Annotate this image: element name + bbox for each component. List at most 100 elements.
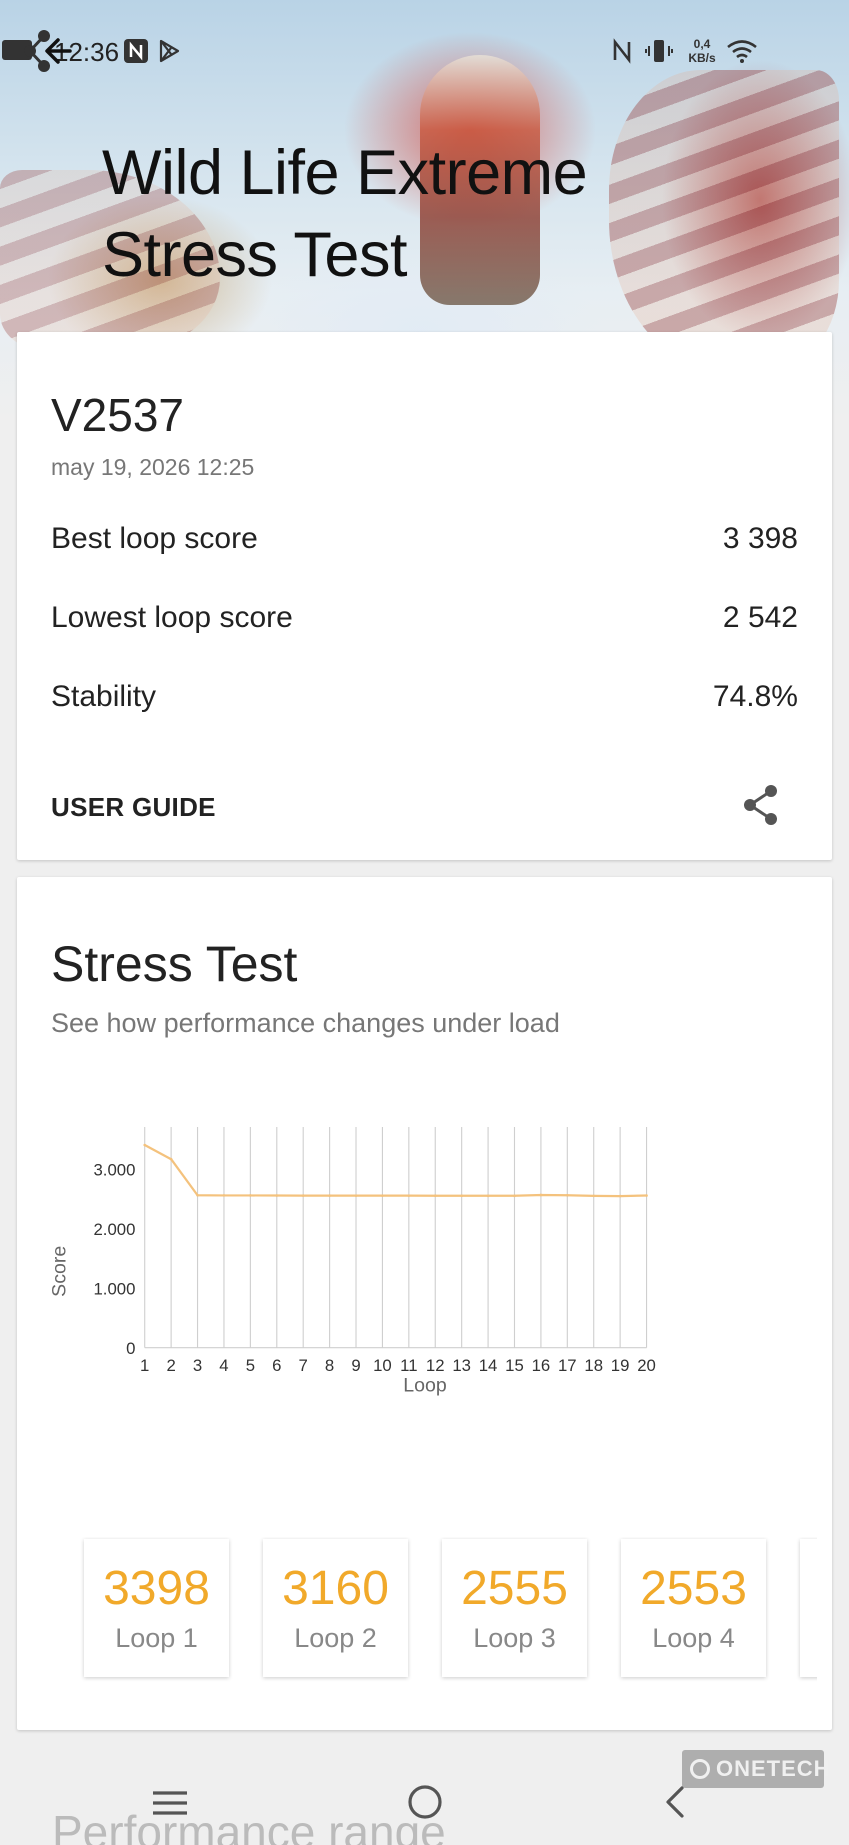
data-point [143,1143,147,1147]
data-point [539,1193,543,1197]
watermark: ONETECH [682,1750,830,1788]
data-point [566,1193,569,1197]
share-result-icon[interactable] [739,782,783,828]
home-icon[interactable] [405,1782,445,1822]
data-point [328,1194,331,1197]
section-subtitle: See how performance changes under load [51,1008,560,1038]
page-title: Wild Life Extreme Stress Test [102,132,588,296]
y-axis-label: Score [49,1246,71,1297]
data-point [249,1194,252,1197]
loop-card[interactable]: 2555 Loop 3 [442,1539,587,1677]
data-point [301,1194,305,1197]
stat-value: 2 542 [722,601,798,634]
x-tick-label: 2 [166,1356,175,1375]
chart-grid [144,1127,648,1349]
loop-card[interactable]: 3160 Loop 2 [263,1539,408,1677]
lowest-loop-score-row: Lowest loop score 2 542 [51,601,798,635]
stress-test-chart: Score Loop 01.0002.0003.000 1 2 3 4 5 6 7 8 9 10 1… [49,1127,656,1396]
x-tick-label: 17 [558,1356,577,1375]
status-bar: 12:36 0,4 KB/s [0,28,849,76]
section-title: Stress Test [51,936,298,992]
x-tick-label: 19 [611,1356,630,1375]
x-tick-label: 4 [219,1356,228,1375]
page-title-line2: Stress Test [102,220,407,290]
series-line [144,1143,647,1198]
data-point [645,1194,648,1197]
data-point [354,1194,358,1197]
x-tick-label: 16 [532,1356,551,1375]
x-tick-label: 5 [246,1356,255,1375]
play-store-icon [159,39,180,63]
loop-card-peek[interactable] [800,1539,817,1677]
watermark-logo-icon [690,1759,710,1779]
page-title-line1: Wild Life Extreme [102,138,588,208]
y-tick-label: 1.000 [93,1280,135,1299]
stability-row: Stability 74.8% [51,680,798,714]
x-axis-label: Loop [403,1374,447,1396]
chart-series [143,1143,648,1198]
stat-label: Lowest loop score [51,601,293,634]
x-tick-label: 12 [426,1356,445,1375]
x-tick-label: 8 [325,1356,334,1375]
creature-art-right [609,70,839,370]
x-tick-label: 3 [193,1356,202,1375]
user-guide-button[interactable]: USER GUIDE [51,792,216,823]
stress-test-card: Stress Test See how performance changes … [17,877,832,1730]
nav-back-icon[interactable] [660,1782,690,1822]
data-point [486,1194,490,1198]
loop-card[interactable]: 3398 Loop 1 [84,1539,229,1677]
stat-label: Best loop score [51,522,258,555]
back-arrow-icon[interactable] [40,31,80,71]
vibrate-icon [645,40,673,62]
loop-label: Loop 3 [473,1623,556,1653]
network-speed: 0,4 KB/s [688,37,716,65]
data-point [381,1194,384,1197]
data-point [433,1194,437,1198]
test-date: may 19, 2026 12:25 [51,454,255,480]
wifi-icon [727,40,757,63]
loop-card[interactable]: 2553 Loop 4 [621,1539,766,1677]
x-tick-labels: 1 2 3 4 5 6 7 8 9 10 11 12 13 14 15 16 17 18 19 20 [140,1356,656,1375]
stat-label: Stability [51,680,157,713]
best-loop-score-row: Best loop score 3 398 [51,522,798,556]
x-tick-label: 10 [373,1356,392,1375]
data-point [460,1194,463,1198]
nfc-on-icon [613,38,631,64]
data-point [169,1157,173,1161]
loop-score: 3398 [103,1562,210,1615]
data-point [513,1194,516,1198]
y-tick-label: 0 [126,1339,135,1358]
y-tick-label: 3.000 [93,1160,135,1179]
x-tick-label: 14 [479,1356,498,1375]
nfc-icon [124,39,148,63]
x-tick-label: 18 [584,1356,603,1375]
loop-label: Loop 2 [294,1623,377,1653]
stat-value: 74.8% [712,680,798,713]
loop-score: 2553 [640,1562,747,1615]
recent-apps-icon[interactable] [150,1787,190,1819]
data-point [407,1194,411,1197]
device-name: V2537 [51,389,185,441]
x-tick-label: 1 [140,1356,149,1375]
data-point [196,1193,199,1197]
y-tick-labels: 0 1.000 2.000 3.000 [93,1160,135,1358]
loop-score: 3160 [282,1562,389,1615]
x-tick-label: 15 [505,1356,524,1375]
loop-label: Loop 1 [115,1623,198,1653]
x-tick-label: 13 [452,1356,471,1375]
result-card: V2537 may 19, 2026 12:25 Best loop score… [17,332,832,860]
data-point [275,1194,279,1197]
data-point [618,1194,622,1198]
data-point [592,1194,596,1198]
x-tick-label: 11 [400,1356,417,1375]
x-tick-label: 20 [637,1356,656,1375]
loop-label: Loop 4 [652,1623,735,1653]
loop-score: 2555 [461,1562,568,1615]
x-tick-label: 9 [351,1356,360,1375]
y-tick-label: 2.000 [93,1220,135,1239]
data-point [222,1194,226,1197]
x-tick-label: 7 [299,1356,308,1375]
loop-scores-carousel[interactable]: 3398 Loop 1 3160 Loop 2 2555 Loop 3 2553 Loop 4 [67,1537,817,1687]
x-tick-label: 6 [272,1356,281,1375]
stat-value: 3 398 [722,522,798,555]
